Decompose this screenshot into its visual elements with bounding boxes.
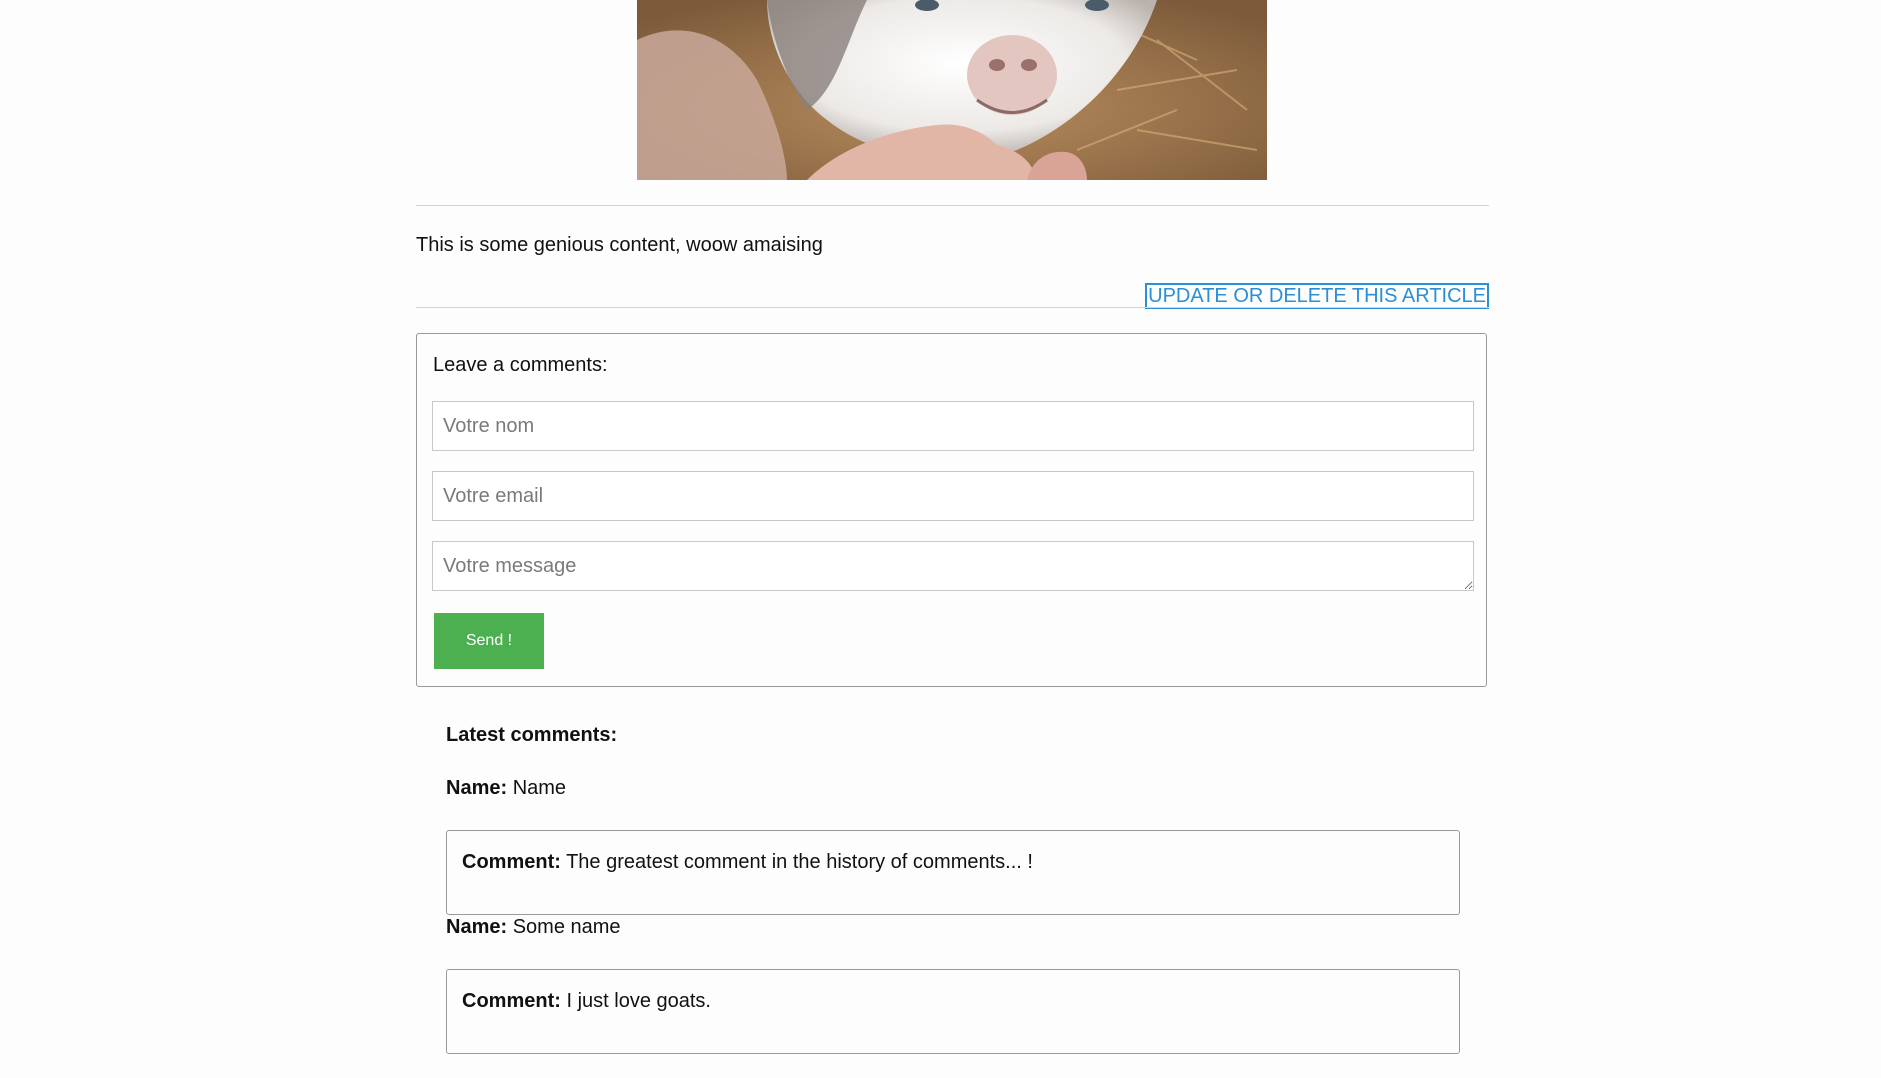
comment-box: Comment: I just love goats.: [446, 969, 1460, 1054]
comment-form: Leave a comments: Send !: [416, 333, 1487, 687]
comment-author: Name: Some name: [446, 916, 621, 939]
comment-label: Comment:: [462, 990, 561, 1012]
send-button[interactable]: Send !: [434, 613, 544, 669]
name-input[interactable]: [432, 401, 1474, 451]
comment-author: Name: Name: [446, 777, 566, 800]
article-image: [637, 0, 1267, 180]
comment-text: Comment: I just love goats.: [462, 990, 711, 1013]
comment-author-name: Name: [512, 777, 567, 799]
email-input[interactable]: [432, 471, 1474, 521]
goat-image-illustration: [637, 0, 1267, 180]
comment-form-title: Leave a comments:: [433, 354, 608, 376]
update-delete-article-link[interactable]: UPDATE OR DELETE THIS ARTICLE: [1145, 283, 1489, 309]
page: This is some genious content, woow amais…: [0, 0, 1881, 1078]
message-textarea[interactable]: [432, 541, 1474, 591]
name-label: Name:: [446, 777, 508, 799]
name-label: Name:: [446, 916, 508, 938]
divider: [416, 205, 1489, 206]
article-content: This is some genious content, woow amais…: [416, 234, 823, 256]
comment-body: The greatest comment in the history of c…: [566, 851, 1033, 873]
divider: [416, 307, 1489, 308]
comment-label: Comment:: [462, 851, 561, 873]
comment-text: Comment: The greatest comment in the his…: [462, 851, 1033, 874]
comment-author-name: Some name: [512, 916, 621, 938]
comment-body: I just love goats.: [566, 990, 711, 1012]
comment-box: Comment: The greatest comment in the his…: [446, 830, 1460, 915]
latest-comments-title: Latest comments:: [446, 724, 618, 746]
